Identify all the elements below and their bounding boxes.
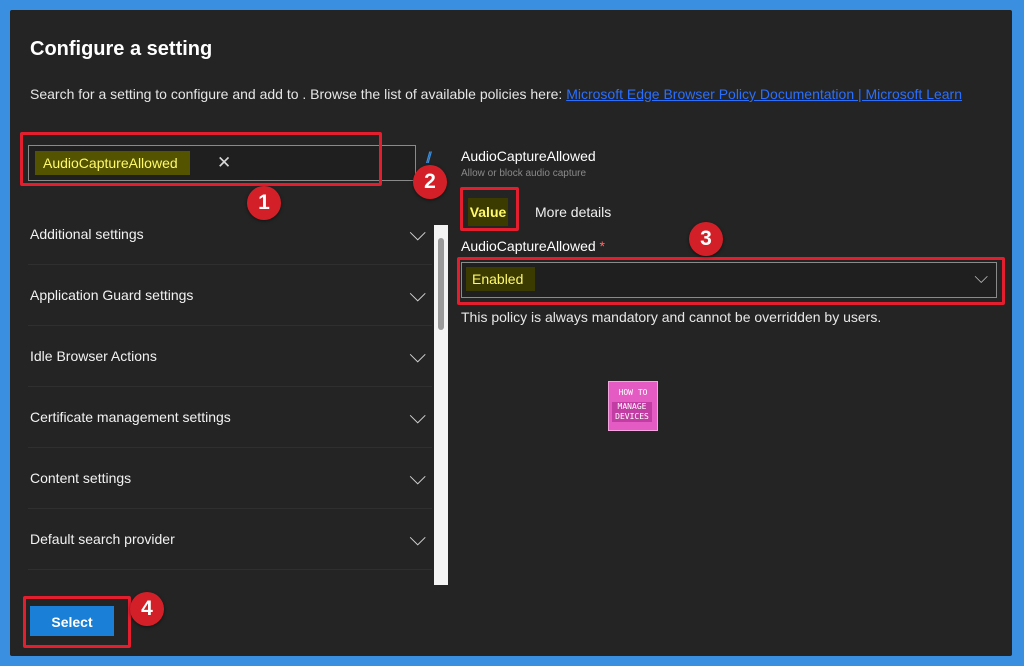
chevron-down-icon: ⌵ xyxy=(409,403,426,428)
highlight-select xyxy=(23,596,131,648)
settings-item-idle-browser[interactable]: Idle Browser Actions ⌵ xyxy=(28,326,432,387)
chevron-down-icon: ⌵ xyxy=(409,464,426,489)
settings-item-label: Content settings xyxy=(30,470,132,486)
logo-bottom-text: MANAGE DEVICES xyxy=(612,402,652,422)
setting-name: AudioCaptureAllowed xyxy=(461,148,596,164)
highlight-value-tab xyxy=(460,187,519,231)
chevron-down-icon: ⌵ xyxy=(409,525,426,550)
required-mark: * xyxy=(599,238,605,254)
configure-setting-panel: Configure a setting Search for a setting… xyxy=(10,10,1012,656)
step-badge-3: 3 xyxy=(689,222,723,256)
settings-item-content[interactable]: Content settings ⌵ xyxy=(28,448,432,509)
highlight-dropdown xyxy=(457,257,1005,305)
chevron-down-icon: ⌵ xyxy=(409,342,426,367)
step-badge-4: 4 xyxy=(130,592,164,626)
setting-description: Allow or block audio capture xyxy=(461,168,587,179)
how-to-manage-devices-logo: HOW TO MANAGE DEVICES xyxy=(608,381,658,431)
field-label-text: AudioCaptureAllowed xyxy=(461,238,596,254)
logo-top-text: HOW TO xyxy=(618,388,648,397)
step-badge-1: 1 xyxy=(247,186,281,220)
settings-item-label: Application Guard settings xyxy=(30,287,194,303)
settings-item-default-search[interactable]: Default search provider ⌵ xyxy=(28,509,432,570)
settings-item-certificate[interactable]: Certificate management settings ⌵ xyxy=(28,387,432,448)
tab-more-details[interactable]: More details xyxy=(535,198,611,226)
page-title: Configure a setting xyxy=(30,38,213,60)
field-label: AudioCaptureAllowed * xyxy=(461,238,605,254)
scrollbar-thumb[interactable] xyxy=(438,238,444,330)
settings-item-label: Additional settings xyxy=(30,226,144,242)
chevron-down-icon: ⌵ xyxy=(409,281,426,306)
page-description: Search for a setting to configure and ad… xyxy=(30,85,990,104)
highlight-search xyxy=(20,132,382,186)
settings-list: Additional settings ⌵ Application Guard … xyxy=(28,204,432,570)
settings-item-application-guard[interactable]: Application Guard settings ⌵ xyxy=(28,265,432,326)
settings-item-additional[interactable]: Additional settings ⌵ xyxy=(28,204,432,265)
chevron-down-icon: ⌵ xyxy=(409,220,426,245)
step-badge-2: 2 xyxy=(413,165,447,199)
settings-item-label: Idle Browser Actions xyxy=(30,348,157,364)
settings-item-label: Default search provider xyxy=(30,531,175,547)
policy-note: This policy is always mandatory and cann… xyxy=(461,309,882,325)
policy-documentation-link[interactable]: Microsoft Edge Browser Policy Documentat… xyxy=(566,86,962,102)
settings-item-label: Certificate management settings xyxy=(30,409,231,425)
description-text: Search for a setting to configure and ad… xyxy=(30,86,563,102)
